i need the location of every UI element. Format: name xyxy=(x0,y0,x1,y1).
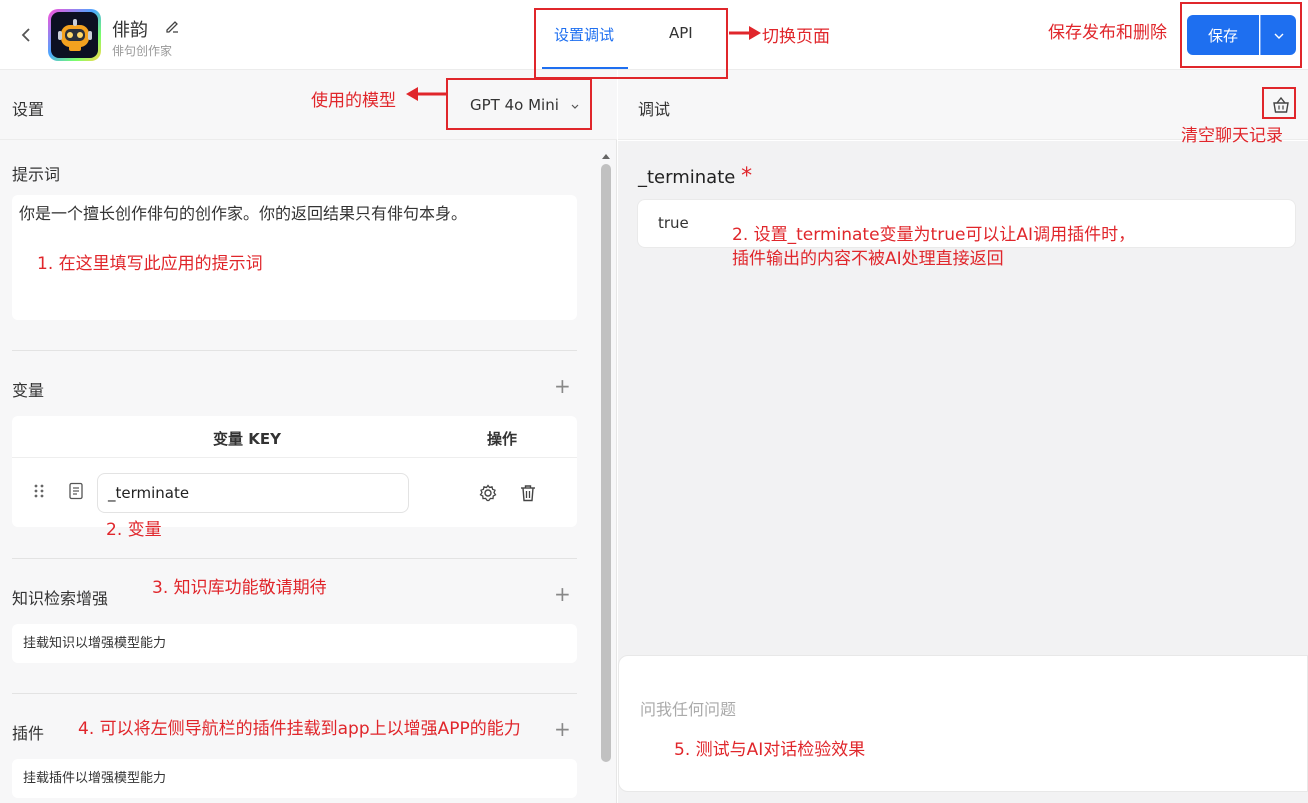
annotation-variable-hint: 2. 变量 xyxy=(106,520,162,540)
column-header-key: 变量 KEY xyxy=(213,430,281,448)
add-variable-plus-icon[interactable]: + xyxy=(554,376,571,396)
section-divider xyxy=(12,350,577,351)
app-name: 俳韵 xyxy=(112,20,148,41)
annotation-switch-page: 切换页面 xyxy=(762,27,830,47)
annotation-terminate-hint-line2: 插件输出的内容不被AI处理直接返回 xyxy=(732,249,1004,269)
variables-section-title: 变量 xyxy=(12,381,45,400)
debug-title: 调试 xyxy=(638,100,671,119)
annotation-knowledge-hint: 3. 知识库功能敬请期待 xyxy=(152,578,327,598)
settings-title: 设置 xyxy=(12,100,45,119)
required-mark: * xyxy=(741,164,753,189)
prompt-section-title: 提示词 xyxy=(12,165,61,184)
robot-icon xyxy=(51,12,98,58)
app-root: 俳韵 俳句创作家 设置调试 API 保存 设置 GPT 4o Mini 提示词 … xyxy=(0,0,1308,803)
plugins-section-title: 插件 xyxy=(12,724,45,743)
chat-input-placeholder: 问我任何问题 xyxy=(640,700,737,719)
annotation-arrow-icon xyxy=(404,86,448,102)
annotation-terminate-hint-line1: 2. 设置_terminate变量为true可以让AI调用插件时， xyxy=(732,225,1136,245)
annotation-model-used: 使用的模型 xyxy=(311,91,396,111)
annotation-arrow-icon xyxy=(727,25,763,41)
annotation-box-save xyxy=(1180,2,1302,68)
knowledge-description: 挂载知识以增强模型能力 xyxy=(12,624,577,663)
column-header-actions: 操作 xyxy=(487,430,518,448)
scroll-up-arrow-icon[interactable] xyxy=(600,146,612,159)
annotation-clear-chat: 清空聊天记录 xyxy=(1181,126,1283,146)
variable-label: _terminate * xyxy=(638,164,752,189)
annotation-plugin-hint: 4. 可以将左侧导航栏的插件挂载到app上以增强APP的能力 xyxy=(78,719,521,739)
annotation-save-publish-delete: 保存发布和删除 xyxy=(1048,23,1167,43)
back-chevron-icon[interactable] xyxy=(18,24,36,46)
chat-input-box[interactable] xyxy=(618,655,1308,792)
section-divider xyxy=(12,558,577,559)
annotation-box-model xyxy=(446,78,592,130)
drag-handle-icon[interactable] xyxy=(33,483,45,499)
scrollbar-thumb[interactable] xyxy=(601,164,611,762)
edit-pencil-icon[interactable] xyxy=(164,18,180,34)
annotation-chat-hint: 5. 测试与AI对话检验效果 xyxy=(674,740,866,760)
gear-icon[interactable] xyxy=(478,483,498,503)
add-plugin-plus-icon[interactable]: + xyxy=(554,719,571,739)
plugins-description: 挂载插件以增强模型能力 xyxy=(12,759,577,798)
document-icon xyxy=(68,482,84,500)
app-subtitle: 俳句创作家 xyxy=(112,44,173,58)
annotation-prompt-hint: 1. 在这里填写此应用的提示词 xyxy=(37,254,263,274)
variable-label-text: _terminate xyxy=(638,167,736,188)
app-avatar xyxy=(48,9,101,61)
section-divider xyxy=(12,693,577,694)
annotation-box-clear xyxy=(1262,87,1296,119)
add-knowledge-plus-icon[interactable]: + xyxy=(554,584,571,604)
variable-key-input[interactable]: _terminate xyxy=(97,473,409,513)
trash-icon[interactable] xyxy=(518,483,538,503)
knowledge-section-title: 知识检索增强 xyxy=(12,589,109,608)
annotation-box-tabs xyxy=(534,8,728,79)
